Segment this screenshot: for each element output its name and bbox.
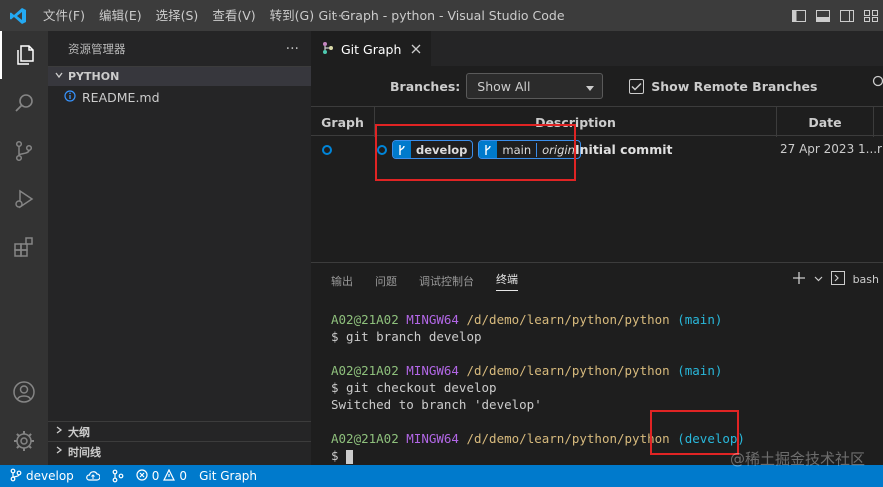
- watermark: @稀土掘金技术社区: [729, 450, 865, 468]
- commit-message: Initial commit: [575, 142, 673, 157]
- panel-controls: bash: [792, 271, 879, 288]
- column-graph: Graph: [311, 107, 375, 137]
- terminal-line: $ git checkout develop: [331, 380, 497, 395]
- new-terminal-icon[interactable]: [792, 271, 806, 288]
- branches-label: Branches:: [390, 78, 461, 94]
- file-readme[interactable]: README.md: [48, 86, 311, 108]
- explorer-title: 资源管理器: [68, 41, 126, 56]
- terminal-prompt-line: A02@21A02 MINGW64 /d/demo/learn/python/p…: [331, 363, 723, 378]
- terminal-prompt-line: A02@21A02 MINGW64 /d/demo/learn/python/p…: [331, 312, 723, 327]
- highlight-box-branch: [650, 410, 739, 455]
- timeline-label: 时间线: [68, 445, 101, 459]
- timeline-section[interactable]: 时间线: [48, 441, 311, 461]
- tab-terminal[interactable]: 终端: [496, 271, 518, 291]
- close-icon[interactable]: [411, 42, 421, 57]
- outline-label: 大纲: [68, 425, 90, 439]
- chevron-down-icon[interactable]: [814, 273, 823, 286]
- toggle-sidebar-icon[interactable]: [791, 8, 807, 24]
- accounts-icon[interactable]: [0, 368, 48, 416]
- status-branch-label: develop: [26, 469, 74, 483]
- folder-label: PYTHON: [68, 70, 120, 83]
- layout-controls: [791, 0, 879, 31]
- explorer-icon[interactable]: [0, 31, 48, 79]
- caret-down-icon: [586, 79, 595, 94]
- tab-debug-console[interactable]: 调试控制台: [419, 273, 474, 289]
- tab-problems[interactable]: 问题: [375, 273, 397, 289]
- editor-tabs: Git Graph: [311, 31, 883, 66]
- branch-icon: [10, 468, 22, 485]
- terminal-cursor: [346, 449, 354, 464]
- menu-bar: 文件(F) 编辑(E) 选择(S) 查看(V) 转到(G) ···: [36, 0, 353, 31]
- tab-output[interactable]: 输出: [331, 273, 353, 289]
- menu-go[interactable]: 转到(G): [263, 0, 321, 31]
- branches-dropdown[interactable]: Show All: [466, 73, 604, 99]
- show-remote-checkbox[interactable]: [629, 78, 645, 94]
- commit-author: r: [877, 142, 882, 156]
- title-bar: Git Graph - python - Visual Studio Code …: [0, 0, 883, 31]
- error-count: 0: [151, 469, 160, 483]
- highlight-box-refs: [375, 124, 576, 181]
- git-graph-controls: Branches: Show All Show Remote Branches: [311, 66, 883, 106]
- chevron-right-icon: [54, 445, 64, 458]
- tab-git-graph[interactable]: Git Graph: [311, 31, 432, 66]
- folder-python[interactable]: PYTHON: [48, 66, 311, 86]
- file-label: README.md: [82, 89, 160, 105]
- commit-date: 27 Apr 2023 1...: [780, 142, 878, 156]
- menu-file[interactable]: 文件(F): [36, 0, 92, 31]
- status-git-graph-label: Git Graph: [199, 469, 258, 483]
- run-debug-icon[interactable]: [0, 175, 48, 223]
- git-graph-icon: [321, 41, 335, 58]
- menu-view[interactable]: 查看(V): [205, 0, 262, 31]
- source-control-icon[interactable]: [0, 127, 48, 175]
- chevron-right-icon: [54, 425, 64, 438]
- toggle-secondary-sidebar-icon[interactable]: [839, 8, 855, 24]
- column-date: Date: [777, 107, 874, 137]
- terminal-shell-label[interactable]: bash: [853, 273, 879, 286]
- publish-branch-icon[interactable]: [85, 470, 100, 482]
- terminal-shell-icon: [830, 271, 845, 288]
- explorer-sidebar: 资源管理器 ··· PYTHON README.md 大纲 时间线: [48, 31, 311, 465]
- extensions-icon[interactable]: [0, 223, 48, 271]
- find-icon[interactable]: [871, 75, 883, 90]
- error-icon: [136, 468, 148, 484]
- git-graph-status-icon[interactable]: [112, 469, 124, 483]
- explorer-more-actions-button[interactable]: ···: [286, 41, 299, 57]
- toggle-panel-icon[interactable]: [815, 8, 831, 24]
- status-git-graph[interactable]: Git Graph: [199, 469, 257, 483]
- tab-label: Git Graph: [341, 41, 402, 57]
- problems-status[interactable]: 0 0: [136, 468, 188, 484]
- info-icon: [64, 89, 76, 105]
- vscode-logo-icon: [0, 0, 36, 31]
- outline-section[interactable]: 大纲 时间线: [48, 421, 311, 461]
- settings-gear-icon[interactable]: [0, 417, 48, 465]
- menu-edit[interactable]: 编辑(E): [92, 0, 149, 31]
- warning-count: 0: [179, 469, 188, 483]
- branches-value: Show All: [477, 78, 531, 94]
- menu-selection[interactable]: 选择(S): [149, 0, 206, 31]
- search-icon[interactable]: [0, 79, 48, 127]
- customize-layout-icon[interactable]: [863, 8, 879, 24]
- bottom-panel: 输出 问题 调试控制台 终端 bash A02@21A02 MINGW64 /d…: [311, 262, 883, 465]
- activity-bar: [0, 31, 48, 465]
- show-remote-label: Show Remote Branches: [651, 78, 818, 94]
- terminal-line: $ git branch develop: [331, 329, 482, 344]
- explorer-header: 资源管理器 ···: [48, 31, 311, 66]
- chevron-down-icon: [54, 70, 64, 83]
- status-branch[interactable]: develop: [10, 468, 74, 485]
- menu-more[interactable]: ···: [327, 0, 353, 31]
- warning-icon: [163, 468, 176, 484]
- commit-node-icon: [321, 144, 333, 159]
